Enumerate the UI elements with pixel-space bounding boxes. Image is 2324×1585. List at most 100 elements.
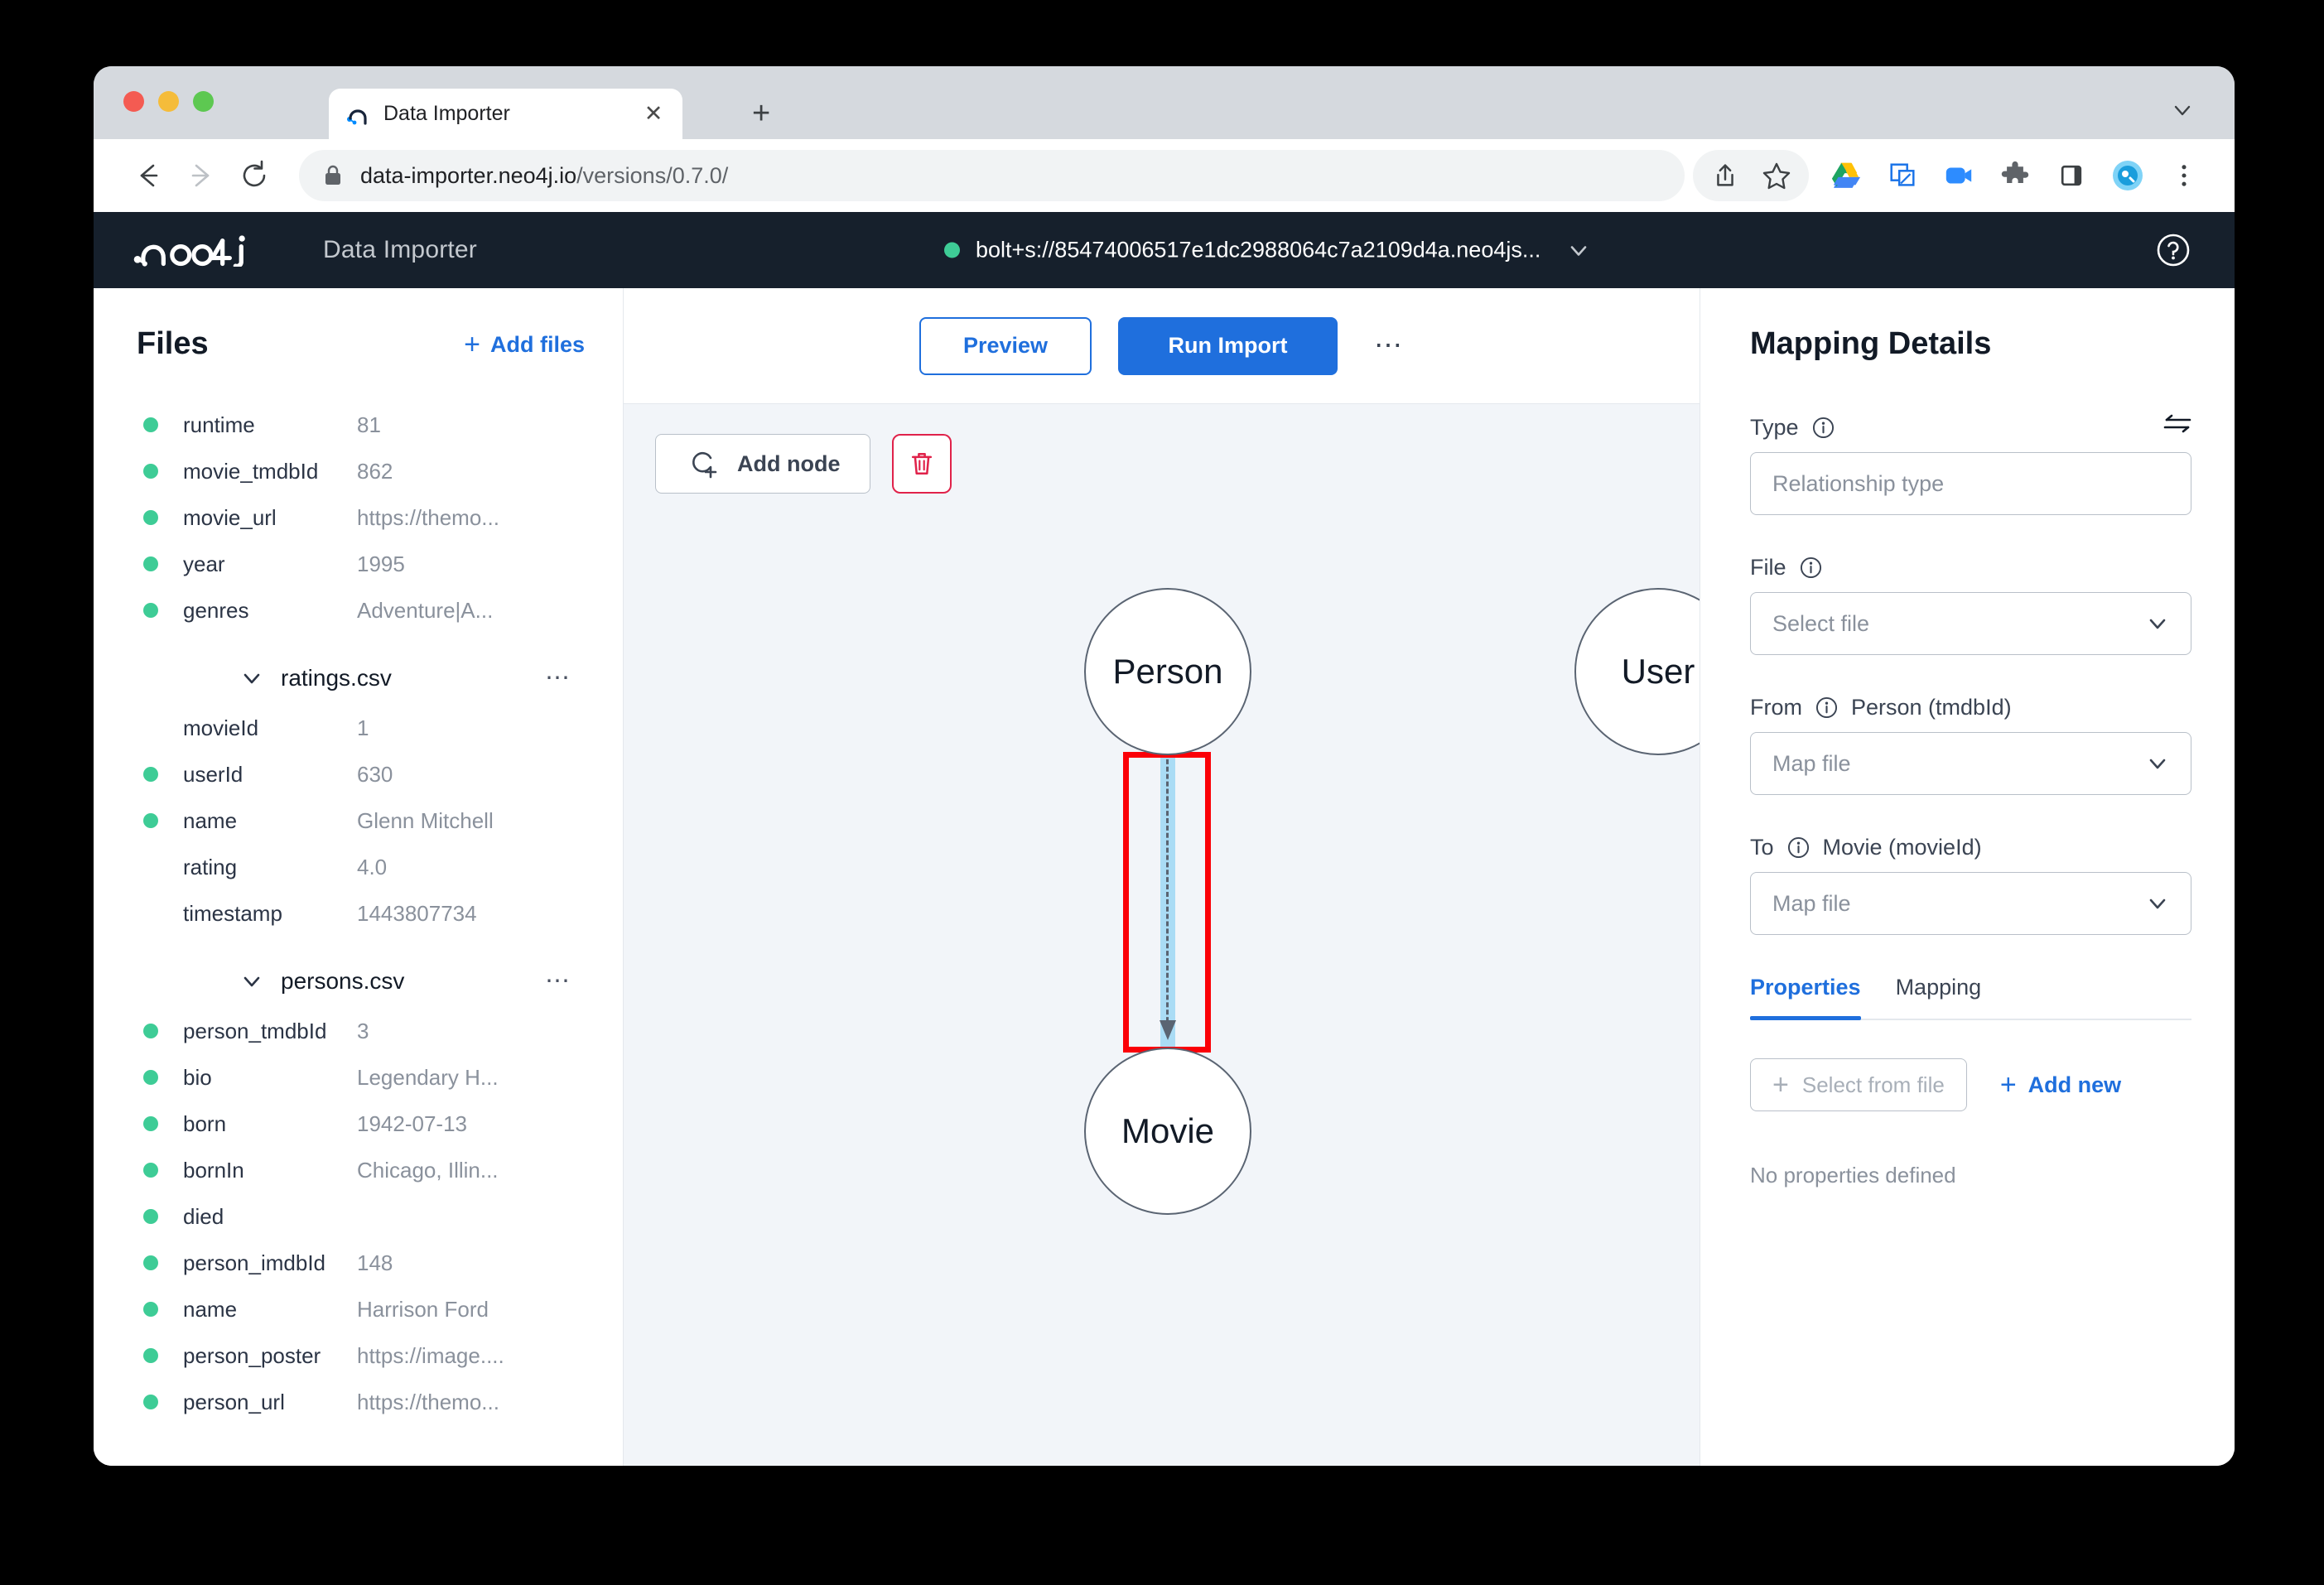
add-files-button[interactable]: + Add files [464, 330, 585, 359]
run-import-button[interactable]: Run Import [1118, 316, 1338, 375]
file-info-circle-icon[interactable] [1800, 556, 1822, 579]
file-field-row[interactable]: timestamp 1443807734 [94, 890, 623, 937]
toolbar-more-horizontal-icon[interactable]: ⋯ [1374, 331, 1404, 359]
to-select-chevron-down-icon [2146, 892, 2169, 915]
field-value: 4.0 [357, 854, 388, 879]
add-node-button[interactable]: Add node [655, 434, 871, 494]
file-field-row[interactable]: movie_tmdbId 862 [94, 448, 623, 494]
tab-properties[interactable]: Properties [1750, 975, 1861, 1020]
star-icon[interactable] [1754, 153, 1799, 198]
to-node-name: Movie (movieId) [1822, 835, 1982, 860]
file-group-header[interactable]: persons.csv ⋯ [94, 955, 623, 1008]
zoom-meeting-icon[interactable] [1936, 153, 1981, 198]
from-info-circle-icon[interactable] [1815, 696, 1838, 719]
graph-node-user[interactable]: User [1574, 588, 1700, 755]
file-field-row[interactable]: born 1942-07-13 [94, 1101, 623, 1147]
field-name: person_poster [183, 1342, 321, 1368]
browser-tab[interactable]: Data Importer ✕ [329, 89, 682, 139]
profile-avatar-icon[interactable] [2105, 153, 2150, 198]
file-field-row[interactable]: person_poster https://image.... [94, 1332, 623, 1379]
puzzle-extensions-icon[interactable] [1993, 153, 2037, 198]
field-mapped-dot-icon [143, 1116, 158, 1131]
file-field-row[interactable]: year 1995 [94, 541, 623, 587]
select-from-file-button[interactable]: + Select from file [1750, 1058, 1967, 1111]
to-info-circle-icon[interactable] [1787, 836, 1810, 859]
file-field-row[interactable]: movie_url https://themo... [94, 494, 623, 541]
tab-mapping[interactable]: Mapping [1896, 975, 1982, 1019]
maximize-window-button[interactable] [193, 91, 214, 112]
graph-canvas[interactable]: Add node Person Movie User [624, 404, 1700, 1466]
graph-node-person[interactable]: Person [1084, 588, 1251, 755]
field-value: Legendary H... [357, 1064, 499, 1090]
file-field-row[interactable]: name Harrison Ford [94, 1286, 623, 1332]
field-mapped-dot-icon [143, 1395, 158, 1409]
close-window-button[interactable] [123, 91, 144, 112]
screenshot-icon[interactable] [1880, 153, 1925, 198]
browser-window: Data Importer ✕ + data-importer.neo4j.io… [94, 66, 2235, 1466]
field-value: 630 [357, 761, 393, 787]
file-field-row[interactable]: name Glenn Mitchell [94, 797, 623, 844]
file-group-header[interactable]: ratings.csv ⋯ [94, 652, 623, 705]
delete-selection-button[interactable] [892, 434, 952, 494]
preview-button[interactable]: Preview [919, 316, 1092, 375]
file-field-row[interactable]: person_tmdbId 3 [94, 1008, 623, 1054]
field-value: https://image.... [357, 1342, 504, 1368]
back-arrow-icon[interactable] [122, 149, 175, 202]
from-label-row: From Person (tmdbId) [1750, 695, 2191, 720]
chevron-down-icon[interactable] [241, 971, 263, 992]
relationship-selection-highlight [1160, 752, 1175, 1050]
field-mapped-dot-icon [143, 417, 158, 432]
file-field-row[interactable]: died [94, 1193, 623, 1240]
to-map-file-select[interactable]: Map file [1750, 872, 2191, 935]
chevron-down-icon[interactable] [241, 667, 263, 689]
add-new-property-button[interactable]: + Add new [2000, 1071, 2121, 1099]
file-field-row[interactable]: person_url https://themo... [94, 1379, 623, 1425]
file-field-row[interactable]: bio Legendary H... [94, 1054, 623, 1101]
file-group-more-horizontal-icon[interactable]: ⋯ [545, 666, 571, 691]
swap-arrows-icon[interactable] [2163, 412, 2191, 435]
tab-close-icon[interactable]: ✕ [641, 103, 666, 125]
mapping-details-title: Mapping Details [1750, 326, 1992, 361]
reload-icon[interactable] [228, 149, 281, 202]
file-field-row[interactable]: bornIn Chicago, Illin... [94, 1147, 623, 1193]
relationship-line[interactable] [1166, 752, 1169, 1029]
field-name: movie_url [183, 504, 277, 530]
field-mapped-dot-icon [143, 603, 158, 618]
field-name: userId [183, 761, 243, 787]
field-name: person_imdbId [183, 1250, 325, 1275]
field-name: died [183, 1203, 224, 1229]
help-circle-icon[interactable] [2155, 232, 2191, 268]
relationship-type-input[interactable]: Relationship type [1750, 452, 2191, 515]
file-group-more-horizontal-icon[interactable]: ⋯ [545, 969, 571, 994]
file-field-row[interactable]: movieId 1 [94, 705, 623, 751]
file-field-row[interactable]: userId 630 [94, 751, 623, 797]
graph-node-movie[interactable]: Movie [1084, 1048, 1251, 1215]
connection-selector[interactable]: bolt+s://85474006517e1dc2988064c7a2109d4… [944, 238, 1589, 263]
forward-arrow-icon[interactable] [175, 149, 228, 202]
field-mapped-dot-icon [143, 556, 158, 571]
add-node-label: Add node [737, 450, 841, 476]
new-tab-button[interactable]: + [752, 98, 770, 129]
file-field-row[interactable]: rating 4.0 [94, 844, 623, 890]
url-input[interactable]: data-importer.neo4j.io/versions/0.7.0/ [299, 150, 1685, 201]
google-drive-icon[interactable] [1824, 153, 1868, 198]
field-name: movie_tmdbId [183, 458, 319, 484]
chrome-menu-icon[interactable] [2162, 153, 2206, 198]
file-field-row[interactable]: person_imdbId 148 [94, 1240, 623, 1286]
orphan-field-list: runtime 81 movie_tmdbId 862 movie_url https:/… [94, 402, 623, 634]
tab-title: Data Importer [383, 102, 510, 125]
file-select[interactable]: Select file [1750, 592, 2191, 655]
share-icon[interactable] [1703, 153, 1748, 198]
field-value: Adventure|A... [357, 597, 494, 623]
file-field-row[interactable]: runtime 81 [94, 402, 623, 448]
minimize-window-button[interactable] [158, 91, 179, 112]
type-info-circle-icon[interactable] [1812, 417, 1835, 439]
from-select-chevron-down-icon [2146, 752, 2169, 775]
side-panel-icon[interactable] [2049, 153, 2094, 198]
from-map-file-select[interactable]: Map file [1750, 732, 2191, 795]
field-value: 1995 [357, 551, 405, 576]
connection-chevron-down-icon[interactable] [1568, 239, 1589, 261]
tabstrip-chevron-down-icon[interactable] [2172, 99, 2193, 121]
files-header: Files + Add files [94, 326, 623, 362]
file-field-row[interactable]: genres Adventure|A... [94, 587, 623, 634]
